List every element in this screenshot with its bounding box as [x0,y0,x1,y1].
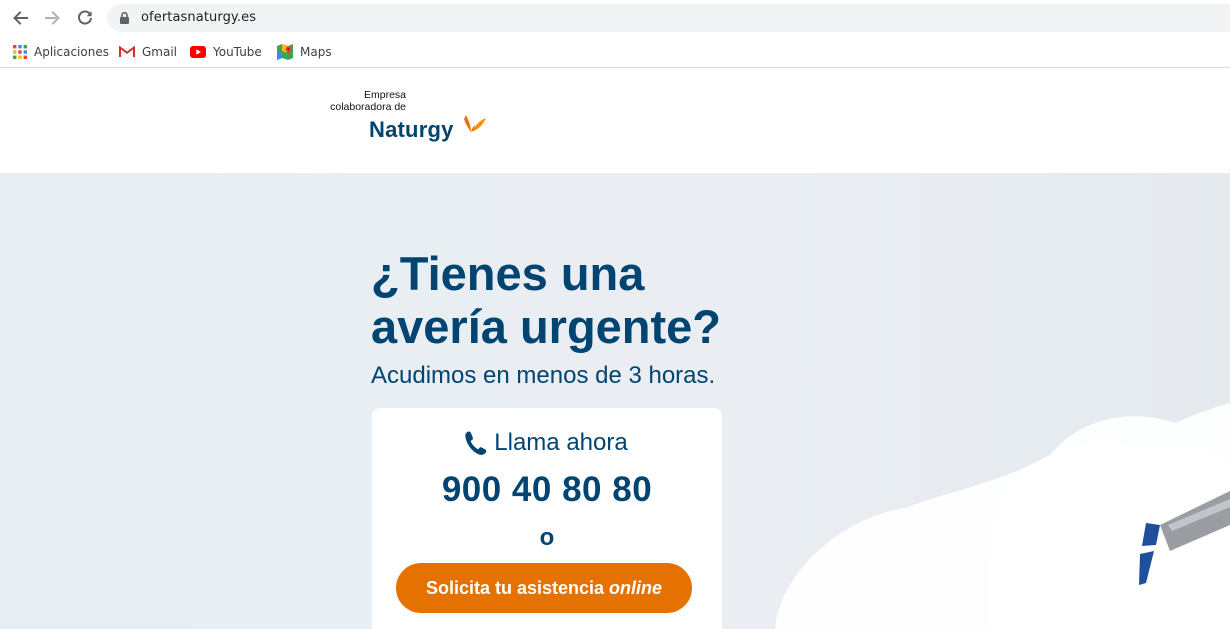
bookmark-aplicaciones[interactable]: Aplicaciones [13,41,109,63]
call-now-row: Llama ahora [372,428,722,458]
hero-headline-line-1: ¿Tienes una [371,247,645,300]
site-header: Empresa colaboradora de Naturgy [0,69,1230,173]
bookmark-label: Maps [300,45,332,59]
bookmark-label: Gmail [142,45,178,59]
youtube-icon [190,46,206,58]
lock-icon [120,11,129,24]
hero-headline: ¿Tienes una avería urgente? [371,247,791,353]
naturgy-butterfly-icon [464,115,486,132]
bookmarks-bar: Aplicaciones Gmail YouTube Maps [0,36,1230,68]
arrow-right-icon [45,11,60,25]
bookmark-gmail[interactable]: Gmail [119,41,177,63]
cta-label: Solicita tu asistencia [425,577,605,598]
collaborator-line-2: colaboradora de [330,101,406,113]
collaborator-text: Empresa colaboradora de [326,89,406,113]
or-separator: o [539,524,555,551]
collaborator-line-1: Empresa [363,89,406,101]
back-button[interactable] [8,6,32,30]
bookmark-label: YouTube [213,45,262,59]
bookmark-maps[interactable]: Maps [277,41,332,63]
naturgy-logo-text[interactable]: Naturgy [369,117,454,143]
apps-grid-icon [13,45,27,59]
gmail-icon [119,46,135,58]
contact-card: Llama ahora 900 40 80 80 o Solicita tu a… [372,408,722,629]
phone-icon [465,431,487,455]
forward-button[interactable] [41,6,65,30]
address-bar[interactable]: ofertasnaturgy.es [107,4,1230,32]
arrow-left-icon [13,11,28,25]
url-text: ofertasnaturgy.es [141,10,257,25]
cta-label-emphasis: online [609,577,663,598]
bookmark-youtube[interactable]: YouTube [190,41,262,63]
maps-icon [277,44,293,60]
hero-section: ¿Tienes una avería urgente? Acudimos en … [0,173,1230,629]
hero-headline-line-2: avería urgente? [371,300,722,353]
call-now-label: Llama ahora [494,429,628,456]
hero-subheadline: Acudimos en menos de 3 horas. [371,362,716,389]
request-online-assistance-button[interactable]: Solicita tu asistencia online [396,563,692,613]
reload-button[interactable] [73,6,97,30]
phone-number-link[interactable]: 900 40 80 80 [372,470,722,510]
reload-icon [78,10,92,25]
browser-toolbar: ofertasnaturgy.es [0,0,1230,36]
bookmark-label: Aplicaciones [34,45,109,59]
